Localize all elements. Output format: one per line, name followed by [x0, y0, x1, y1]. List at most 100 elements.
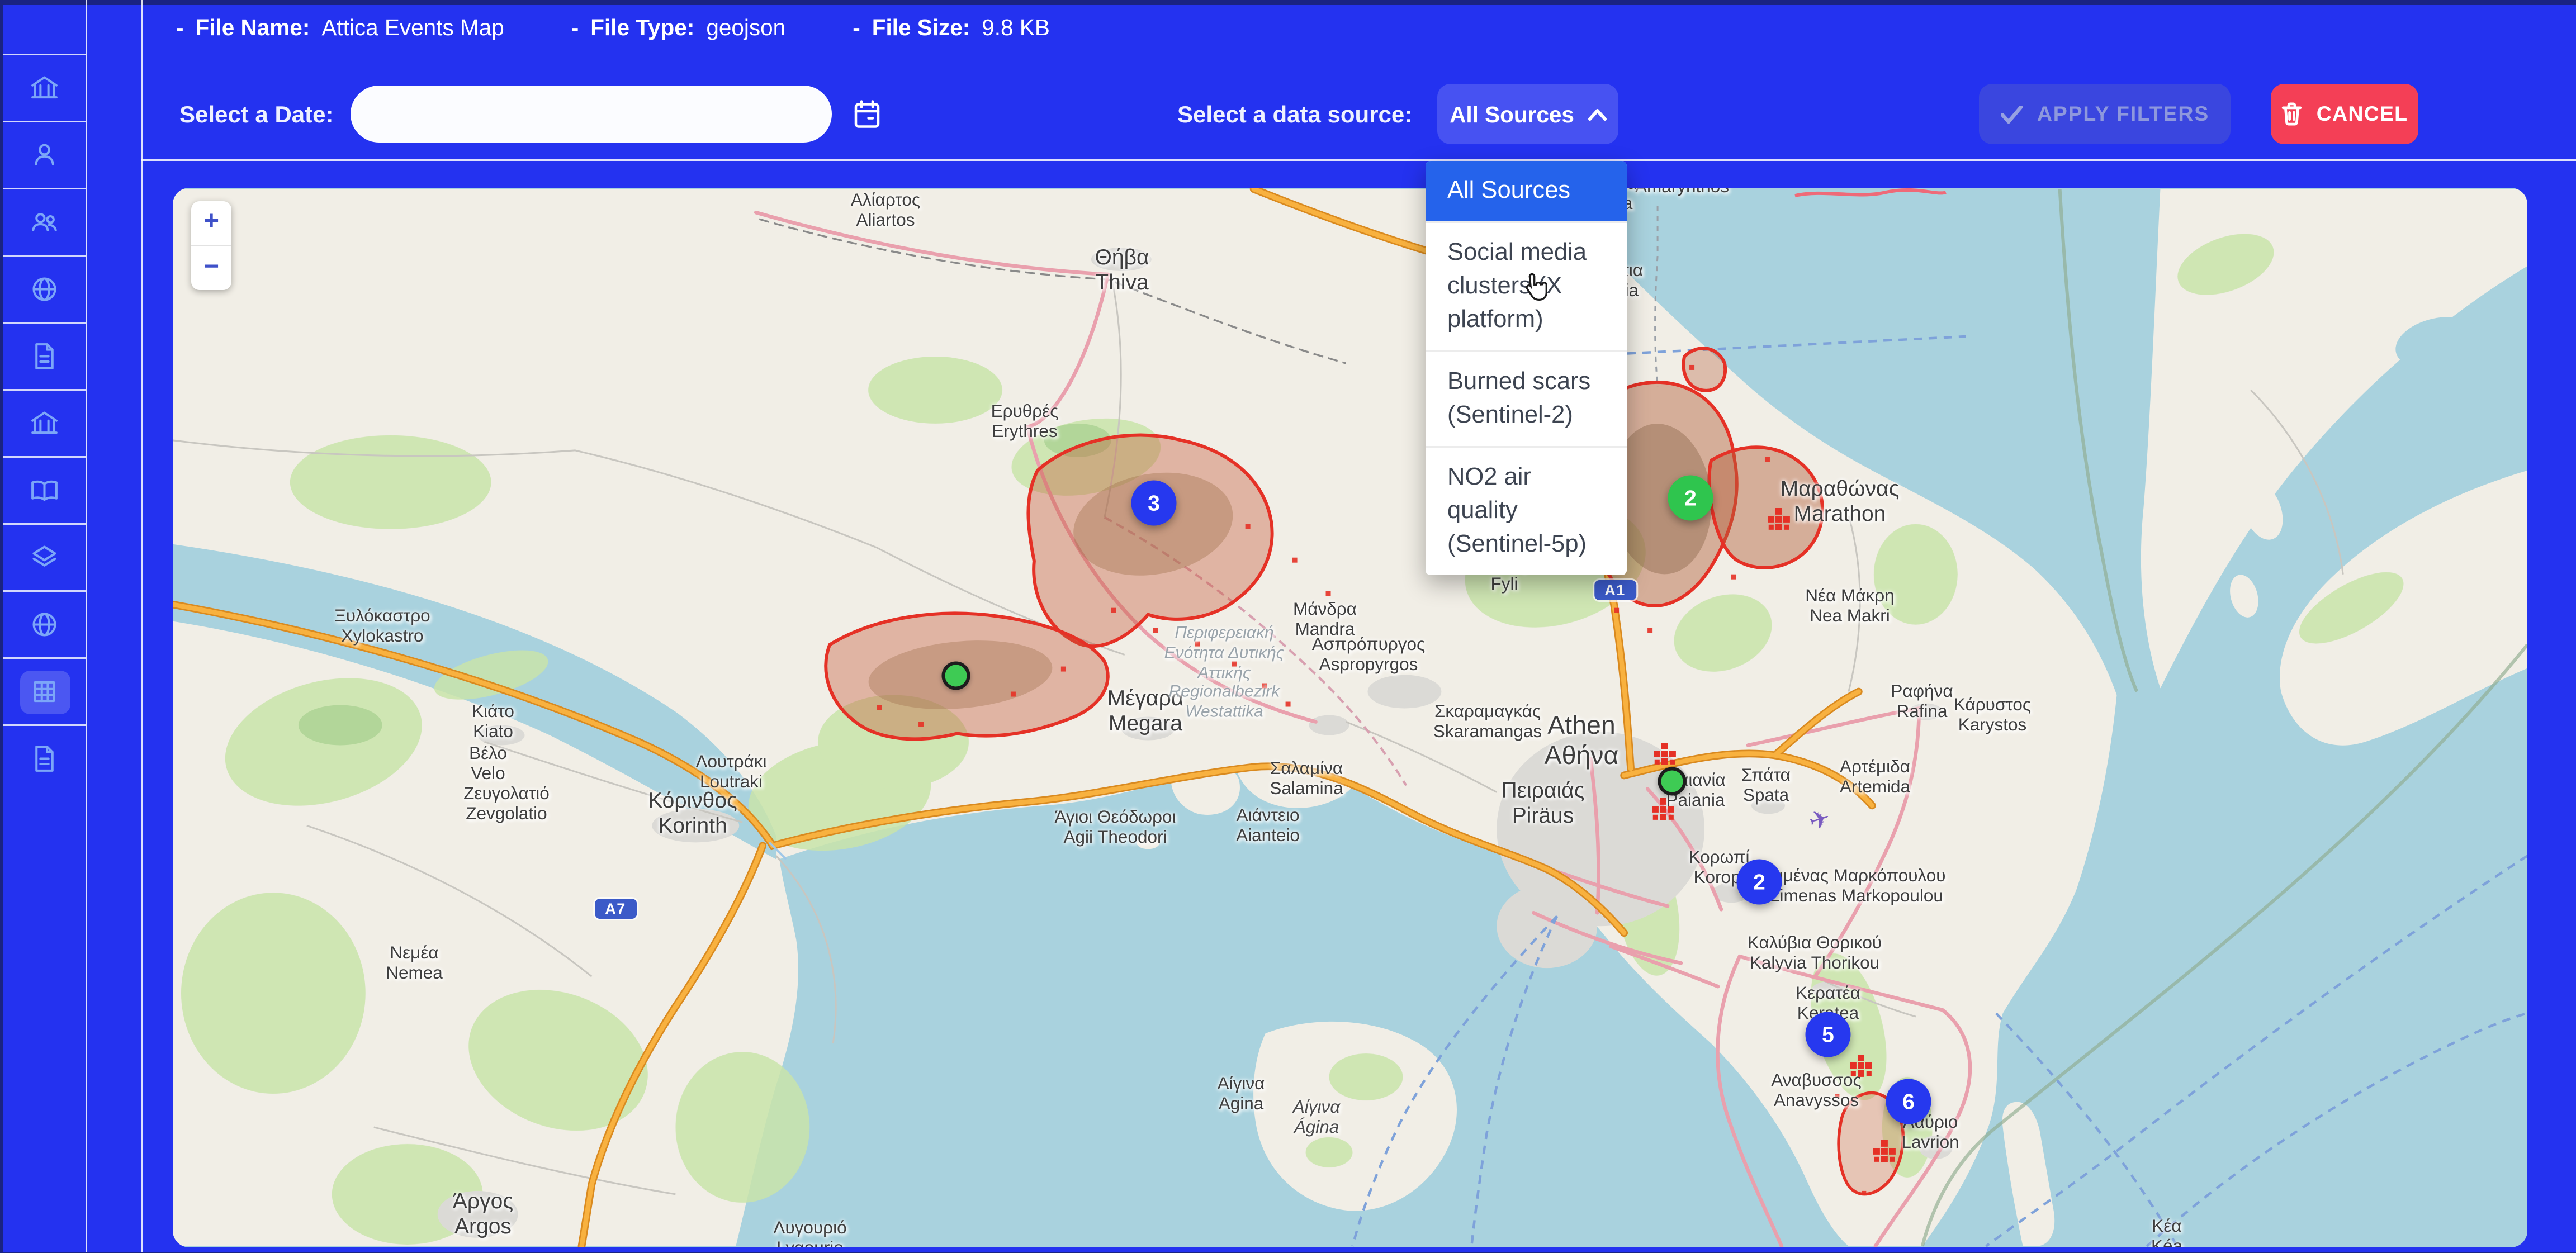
- event-building-icon: [1850, 1055, 1873, 1078]
- sidebar-item-users[interactable]: [3, 188, 86, 255]
- sidebar-item-file[interactable]: [3, 724, 86, 791]
- motorway-shield-A1: A1: [1594, 580, 1636, 600]
- sidebar-item-layers[interactable]: [3, 523, 86, 590]
- dropdown-option[interactable]: Burned scars (Sentinel-2): [1426, 350, 1627, 446]
- event-point-marker[interactable]: [1658, 767, 1687, 796]
- cancel-button[interactable]: CANCEL: [2271, 84, 2418, 144]
- attica-events-map-app: -File Name:Attica Events Map -File Type:g…: [0, 0, 2576, 1252]
- cluster-marker-blue-2[interactable]: 2: [1737, 860, 1782, 905]
- map-place-label: ΚιάτοKiato: [472, 702, 514, 743]
- map-place-label: ΣαλαμίναSalamina: [1270, 759, 1343, 800]
- users-icon: [20, 201, 70, 244]
- map-place-label: ΛουτράκιLoutraki: [695, 752, 766, 794]
- top-dark-strip: [3, 0, 2576, 5]
- apply-filters-label: APPLY FILTERS: [2037, 102, 2209, 126]
- map-place-label: ΞυλόκαστροXylokastro: [334, 606, 430, 648]
- check-icon: [2000, 105, 2022, 124]
- event-building-icon: [1652, 798, 1675, 822]
- file-info-item: -File Size:9.8 KB: [853, 15, 1050, 40]
- dropdown-option[interactable]: NO2 air quality (Sentinel-5p): [1426, 446, 1627, 575]
- cluster-marker-blue-6[interactable]: 6: [1886, 1079, 1931, 1124]
- sidebar-item-book[interactable]: [3, 456, 86, 523]
- sidebar-item-bank[interactable]: [3, 54, 86, 121]
- event-building-icon: [1873, 1140, 1897, 1164]
- map-place-label: ΑρτέμιδαArtemida: [1840, 757, 1910, 799]
- map-place-label: ΑίγιναÁgina: [1293, 1098, 1341, 1139]
- data-source-dropdown-button[interactable]: All Sources: [1437, 84, 1618, 144]
- sidebar-item-globe[interactable]: [3, 255, 86, 322]
- sidebar-item-user[interactable]: [3, 121, 86, 188]
- sidebar-item-globe[interactable]: [3, 590, 86, 657]
- file-icon: [20, 737, 70, 781]
- building-icon: [20, 670, 70, 714]
- map-place-label: ΚέαKéa: [2151, 1217, 2182, 1247]
- data-source-dropdown-menu: All SourcesSocial media clusters (X plat…: [1426, 161, 1627, 575]
- map-place-label: ΑλίαρτοςAliartos: [851, 191, 920, 232]
- map-place-label: Καλύβια ΘορικούKalyvia Thorikou: [1748, 933, 1882, 975]
- map-place-label: ΣκαραμαγκάςSkaramangas: [1433, 702, 1542, 743]
- map-place-label: ΑίγιναAgina: [1218, 1074, 1265, 1116]
- map-place-label: ΑιάντειοAianteio: [1236, 806, 1300, 847]
- globe-icon: [20, 268, 70, 311]
- user-icon: [20, 134, 70, 177]
- map-place-label: ΚόρινθοςKorinth: [648, 787, 737, 839]
- map-place-label: Νέα ΜάκρηNea Makri: [1805, 586, 1894, 628]
- event-point-marker[interactable]: [942, 662, 970, 690]
- file-info-item: -File Type:geojson: [571, 15, 785, 40]
- map-place-label: ΚάρυστοςKarystos: [1954, 695, 2031, 737]
- cluster-marker-blue-3[interactable]: 3: [1131, 481, 1177, 526]
- map-place-label: ΛυγουριόLygourio: [773, 1218, 846, 1247]
- map-place-label: ΘήβαThiva: [1095, 244, 1149, 296]
- date-label: Select a Date:: [179, 101, 333, 127]
- cluster-marker-green-2[interactable]: 2: [1668, 476, 1713, 521]
- map-place-label: ΜέγαραMegara: [1107, 685, 1184, 737]
- data-source-value: All Sources: [1450, 102, 1574, 127]
- map-overlay: ΑλίαρτοςAliartos ΘήβαThiva ΕρυθρέςErythres…: [173, 188, 2527, 1247]
- bank-icon: [20, 67, 70, 110]
- map-place-label: ΠειραιάςPiräus: [1502, 777, 1585, 829]
- zoom-out-button[interactable]: −: [191, 246, 231, 290]
- filters-divider: [141, 159, 2576, 161]
- apply-filters-button[interactable]: APPLY FILTERS: [1979, 84, 2231, 144]
- sidebar-nav: [3, 5, 86, 1252]
- sidebar-divider: [86, 0, 87, 1252]
- airport-icon: ✈: [1805, 802, 1835, 837]
- cancel-label: CANCEL: [2317, 102, 2408, 126]
- date-input[interactable]: [351, 86, 832, 143]
- event-building-icon: [1654, 743, 1677, 766]
- map-place-label: ΖευγολατιόZevgolatio: [463, 784, 550, 825]
- calendar-icon[interactable]: [850, 97, 884, 131]
- map-panel[interactable]: ΑλίαρτοςAliartos ΘήβαThiva ΕρυθρέςErythres…: [173, 188, 2527, 1247]
- map-place-label: ΑναβυσσοςAnavyssos: [1771, 1071, 1861, 1112]
- map-place-label: ΡαφήναRafina: [1891, 682, 1953, 723]
- content-divider: [141, 0, 143, 1252]
- map-place-label: ΝεμέαNemea: [386, 943, 443, 985]
- sidebar-item-building[interactable]: [3, 657, 86, 724]
- event-building-icon: [1768, 508, 1791, 531]
- map-place-label: ΜάνδραMandra: [1293, 600, 1357, 641]
- map-place-label: ΆργοςArgos: [453, 1188, 513, 1240]
- globe-icon: [20, 603, 70, 647]
- map-place-label: AthenΑθήνα: [1545, 712, 1619, 773]
- dropdown-option[interactable]: Social media clusters (X platform): [1426, 221, 1627, 350]
- bank-icon: [20, 402, 70, 445]
- map-place-label: ΑσπρόπυργοςAspropyrgos: [1312, 635, 1426, 676]
- cluster-marker-blue-5[interactable]: 5: [1806, 1012, 1851, 1057]
- book-icon: [20, 469, 70, 512]
- chevron-up-icon: [1588, 108, 1606, 120]
- file-info-bar: -File Name:Attica Events Map -File Type:g…: [176, 5, 1050, 50]
- map-place-label: ΣπάταSpata: [1741, 766, 1791, 807]
- trash-icon: [2281, 102, 2303, 126]
- motorway-shield-A7: A7: [595, 899, 636, 919]
- layers-icon: [20, 536, 70, 580]
- file-info-item: -File Name:Attica Events Map: [176, 15, 504, 40]
- map-place-label: Άγιοι ΘεόδωροιAgii Theodori: [1054, 808, 1176, 849]
- dropdown-option[interactable]: All Sources: [1426, 161, 1627, 221]
- zoom-in-button[interactable]: +: [191, 201, 231, 245]
- sidebar-item-file[interactable]: [3, 322, 86, 389]
- map-place-label: ΜαραθώναςMarathon: [1781, 476, 1900, 527]
- data-source-label: Select a data source:: [1177, 101, 1412, 127]
- map-place-label: ΕρυθρέςErythres: [991, 402, 1059, 443]
- map-zoom-control: + −: [191, 201, 231, 290]
- sidebar-item-bank[interactable]: [3, 389, 86, 456]
